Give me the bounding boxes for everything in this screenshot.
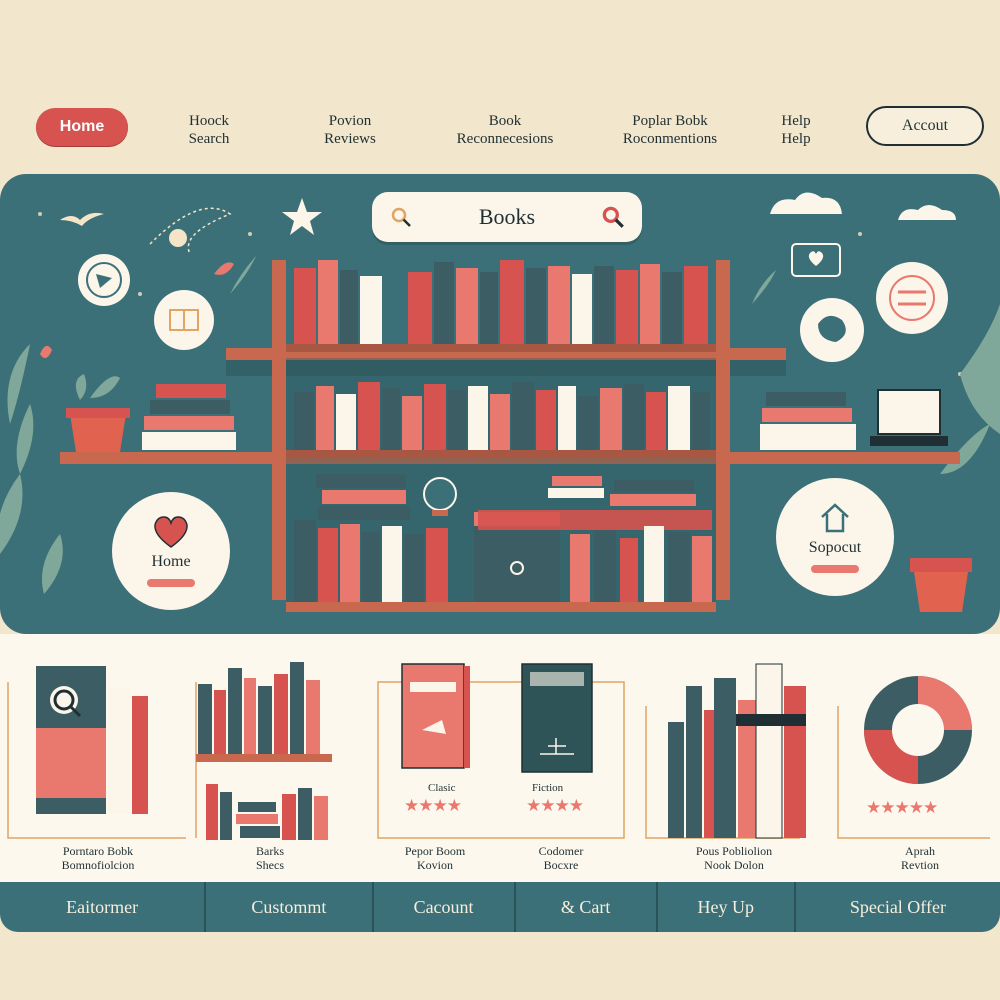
bottom-nav-item[interactable]: Cacount bbox=[374, 882, 516, 932]
search-input[interactable]: Books bbox=[479, 204, 535, 230]
nav-item-help-line1: Help bbox=[781, 113, 811, 129]
nav-item-search-line1: Hoock bbox=[189, 113, 229, 129]
home-shortcut-pill bbox=[147, 579, 195, 587]
globe-icon bbox=[423, 477, 457, 511]
bottom-nav-item[interactable]: Eaitormer bbox=[0, 882, 207, 932]
cloud-icon bbox=[770, 192, 842, 214]
nav-item-recommendations-line2: Reconnecesions bbox=[456, 131, 554, 147]
nav-item-reviews-line1: Povion bbox=[328, 113, 372, 129]
nav-item-help[interactable]: Help Help bbox=[766, 112, 826, 148]
bottom-nav-item[interactable]: & Cart bbox=[516, 882, 658, 932]
card-caption-line2: Bomnofiolcion bbox=[61, 858, 135, 872]
home-shortcut[interactable]: Home bbox=[112, 492, 230, 610]
support-shortcut-label: Sopocut bbox=[808, 539, 862, 556]
heart-icon bbox=[154, 516, 188, 548]
bird-icon bbox=[60, 212, 104, 226]
nav-item-popular-books-line2: Roconmentions bbox=[622, 131, 718, 147]
card-caption-featured[interactable]: Porntaro Bobk Bomnofiolcion bbox=[18, 844, 178, 872]
card-caption-line1: Pous Pobliolion bbox=[695, 844, 773, 858]
card-caption-line1: Porntaro Bobk bbox=[62, 844, 134, 858]
nav-item-popular-books[interactable]: Poplar Bobk Roconmentions bbox=[600, 112, 740, 148]
home-shortcut-label: Home bbox=[151, 553, 191, 570]
card-caption-customer[interactable]: Codomer Bocxre bbox=[506, 844, 616, 872]
card-caption-line2: Shecs bbox=[256, 858, 284, 872]
card-caption-line2: Bocxre bbox=[543, 858, 579, 872]
rating-stars: ★★★★ bbox=[404, 796, 462, 815]
nav-item-help-line2: Help bbox=[781, 131, 811, 147]
card-caption-popular[interactable]: Pepor Boom Kovion bbox=[380, 844, 490, 872]
nav-item-reviews-line2: Reviews bbox=[324, 131, 376, 147]
cloud-icon bbox=[898, 205, 956, 220]
search-bar[interactable]: Books bbox=[372, 192, 642, 242]
card-book-label: Clasic bbox=[428, 782, 456, 794]
rating-stars: ★★★★★ bbox=[866, 798, 938, 817]
book-cards-section: Clasic ★★★★ Fiction ★★★★ ★★★★★ Porntaro … bbox=[0, 634, 1000, 882]
nav-item-reviews[interactable]: Povion Reviews bbox=[300, 112, 400, 148]
card-caption-line2: Nook Dolon bbox=[704, 858, 764, 872]
card-caption-line1: Codomer bbox=[538, 844, 584, 858]
card-caption-publication[interactable]: Pous Pobliolion Nook Dolon bbox=[664, 844, 804, 872]
card-book-label: Fiction bbox=[532, 782, 564, 794]
support-shortcut[interactable]: Sopocut bbox=[776, 478, 894, 596]
bottom-nav-item[interactable]: Special Offer bbox=[796, 882, 1000, 932]
hero-banner: Books Home Sopocut bbox=[0, 174, 1000, 634]
card-caption-line1: Barks bbox=[256, 844, 284, 858]
support-shortcut-pill bbox=[811, 565, 859, 573]
card-caption-shelves[interactable]: Barks Shecs bbox=[230, 844, 310, 872]
bottom-nav-item[interactable]: Custommt bbox=[206, 882, 374, 932]
bottom-nav-item[interactable]: Hey Up bbox=[658, 882, 796, 932]
nav-item-search-line2: Search bbox=[188, 131, 230, 147]
card-caption-review[interactable]: Aprah Revtion bbox=[870, 844, 970, 872]
nav-item-recommendations[interactable]: Book Reconnecesions bbox=[430, 112, 580, 148]
card-caption-line1: Aprah bbox=[905, 844, 935, 858]
card-caption-line2: Kovion bbox=[417, 858, 453, 872]
account-button[interactable]: Accout bbox=[866, 106, 984, 146]
top-nav: Home Hoock Search Povion Reviews Book Re… bbox=[0, 96, 1000, 160]
nav-item-popular-books-line1: Poplar Bobk bbox=[632, 113, 708, 129]
star-icon bbox=[282, 198, 322, 235]
nav-home-button[interactable]: Home bbox=[36, 108, 128, 146]
search-icon[interactable] bbox=[386, 202, 416, 232]
house-icon bbox=[821, 503, 849, 533]
rating-stars: ★★★★ bbox=[526, 796, 584, 815]
card-caption-line2: Revtion bbox=[901, 858, 939, 872]
card-caption-line1: Pepor Boom bbox=[404, 844, 466, 858]
nav-item-search[interactable]: Hoock Search bbox=[164, 112, 254, 148]
monitor-icon bbox=[877, 389, 941, 435]
nav-item-recommendations-line1: Book bbox=[488, 113, 522, 129]
search-submit-icon[interactable] bbox=[598, 202, 628, 232]
bottom-nav: Eaitormer Custommt Cacount & Cart Hey Up… bbox=[0, 882, 1000, 932]
